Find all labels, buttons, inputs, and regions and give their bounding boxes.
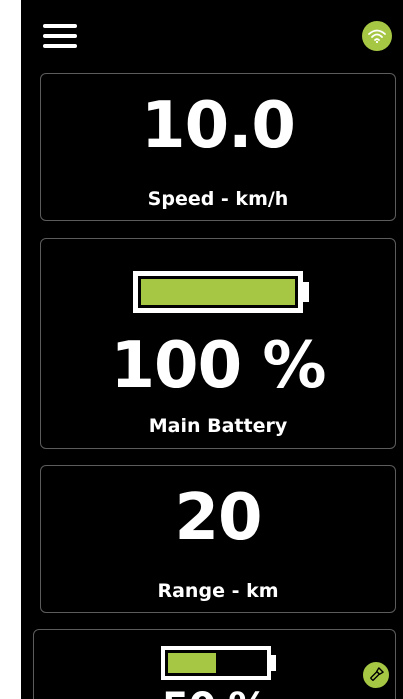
main-battery-value: 100 % xyxy=(110,329,327,403)
aux-battery-value: 50 % xyxy=(34,688,395,699)
main-battery-card: 100 % Main Battery xyxy=(40,238,396,449)
flashlight-icon[interactable] xyxy=(361,660,391,690)
hamburger-menu-icon[interactable] xyxy=(43,24,77,48)
main-battery-label: Main Battery xyxy=(148,415,288,437)
aux-battery-card: 50 % xyxy=(33,629,396,699)
aux-battery-tip xyxy=(271,655,276,671)
dashboard-screen: 10.0 Speed - km/h 100 % Main Battery 20 … xyxy=(21,0,403,699)
wifi-icon[interactable] xyxy=(362,21,392,51)
range-value: 20 xyxy=(174,481,262,555)
aux-battery-level xyxy=(168,653,216,673)
speed-label: Speed - km/h xyxy=(147,188,289,210)
main-battery-tip xyxy=(303,282,309,302)
range-label: Range - km xyxy=(157,580,279,602)
speed-value: 10.0 xyxy=(141,89,296,163)
aux-battery-icon xyxy=(161,646,271,680)
speed-card: 10.0 Speed - km/h xyxy=(40,73,396,221)
main-battery-icon xyxy=(133,271,303,313)
main-battery-level xyxy=(141,279,295,305)
range-card: 20 Range - km xyxy=(40,465,396,613)
